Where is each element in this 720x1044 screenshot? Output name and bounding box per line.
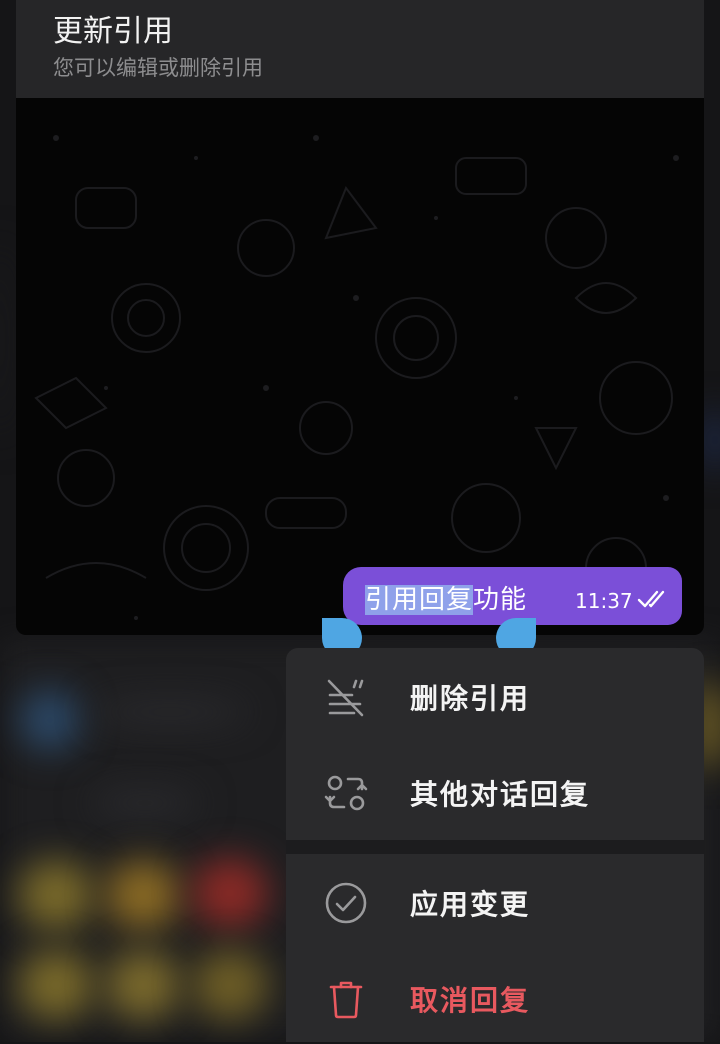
message-bubble[interactable]: 引用回复功能 11:37: [343, 567, 682, 625]
double-check-icon: [637, 590, 665, 608]
chat-preview: [16, 98, 704, 635]
check-circle-icon: [325, 882, 367, 924]
remove-quote-item[interactable]: 删除引用: [286, 648, 704, 742]
cancel-reply-button[interactable]: 取消回复: [286, 950, 704, 1044]
apply-changes-label: 应用变更: [410, 888, 531, 921]
quote-options-group: 删除引用 其他对话回复: [286, 648, 704, 840]
remove-quote-label: 删除引用: [410, 682, 531, 715]
reply-other-chat-label: 其他对话回复: [410, 778, 591, 811]
reply-other-chat-icon: [324, 775, 368, 811]
chat-wallpaper-pattern: [34, 135, 679, 621]
selected-quote-text[interactable]: 引用回复: [365, 585, 474, 615]
header-title: 更新引用: [53, 14, 173, 49]
header-subtitle: 您可以编辑或删除引用: [53, 56, 263, 80]
message-text-rest: 功能: [473, 585, 528, 615]
quote-options-menu: 删除引用 其他对话回复 应用变更 取消回复: [286, 648, 704, 1042]
message-text[interactable]: 引用回复功能: [365, 579, 527, 616]
apply-changes-button[interactable]: 应用变更: [286, 854, 704, 948]
quote-actions-group: 应用变更 取消回复: [286, 854, 704, 1042]
cancel-reply-label: 取消回复: [410, 984, 531, 1017]
menu-divider: [286, 840, 704, 854]
trash-icon: [329, 981, 363, 1019]
reply-other-chat-item[interactable]: 其他对话回复: [286, 744, 704, 838]
remove-quote-icon: [327, 679, 364, 717]
update-quote-header: 更新引用 您可以编辑或删除引用: [16, 0, 704, 98]
message-time: 11:37: [575, 589, 633, 613]
